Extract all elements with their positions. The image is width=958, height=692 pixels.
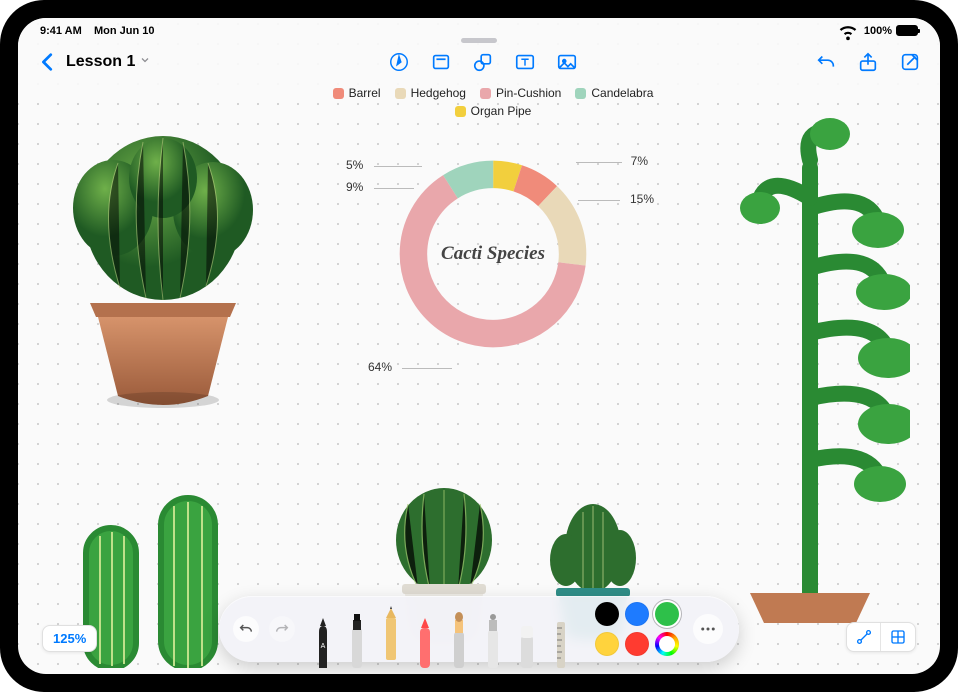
shape-icon[interactable] — [471, 50, 495, 74]
tool-pen[interactable]: A — [311, 606, 335, 662]
grid-toggle[interactable] — [881, 623, 915, 651]
connectors-toggle[interactable] — [847, 623, 881, 651]
chart-label-7: 7% — [631, 154, 648, 168]
chart-label-5: 5% — [346, 158, 363, 172]
chart-legend: Barrel Hedgehog Pin-Cushion Candelabra O… — [328, 86, 658, 118]
tool-fill[interactable] — [481, 606, 505, 662]
color-palette — [595, 602, 679, 656]
tool-crayon[interactable] — [413, 606, 437, 662]
tool-watercolor[interactable] — [447, 606, 471, 662]
battery-icon — [896, 25, 918, 36]
undo-icon[interactable] — [233, 616, 259, 642]
more-icon[interactable] — [693, 614, 723, 644]
legend-item: Candelabra — [575, 86, 653, 100]
chart-label-9: 9% — [346, 180, 363, 194]
color-red[interactable] — [625, 632, 649, 656]
share-icon[interactable] — [856, 50, 880, 74]
zoom-label: 125% — [53, 631, 86, 646]
view-toggles — [846, 622, 916, 652]
status-bar: 9:41 AM Mon Jun 10 100% — [18, 18, 940, 40]
color-blue[interactable] — [625, 602, 649, 626]
tool-marker[interactable] — [345, 606, 369, 662]
chevron-down-icon — [139, 53, 151, 71]
legend-item: Hedgehog — [395, 86, 466, 100]
tool-ruler[interactable] — [549, 606, 573, 662]
chart-title: Cacti Species — [423, 243, 563, 265]
back-icon[interactable] — [36, 50, 60, 74]
compose-icon[interactable] — [898, 50, 922, 74]
donut-chart[interactable]: Barrel Hedgehog Pin-Cushion Candelabra O… — [328, 86, 658, 384]
drawing-tool-icon[interactable] — [387, 50, 411, 74]
media-icon[interactable] — [555, 50, 579, 74]
window-grabber[interactable] — [461, 38, 497, 43]
status-battery-pct: 100% — [864, 25, 892, 37]
zoom-level[interactable]: 125% — [42, 625, 97, 652]
tool-pencil[interactable] — [379, 606, 403, 662]
legend-item: Barrel — [333, 86, 381, 100]
wifi-icon — [836, 19, 860, 43]
drawing-toolbar: A — [219, 596, 739, 662]
color-picker-icon[interactable] — [655, 632, 679, 656]
color-green[interactable] — [655, 602, 679, 626]
redo-icon[interactable] — [269, 616, 295, 642]
svg-text:A: A — [321, 643, 326, 650]
board-title[interactable]: Lesson 1 — [66, 53, 151, 71]
image-barrel-cactus[interactable] — [58, 108, 268, 408]
chart-label-15: 15% — [630, 192, 654, 206]
status-date: Mon Jun 10 — [94, 25, 155, 37]
tool-eraser[interactable] — [515, 606, 539, 662]
sticky-note-icon[interactable] — [429, 50, 453, 74]
textbox-icon[interactable] — [513, 50, 537, 74]
color-black[interactable] — [595, 602, 619, 626]
drawing-candelabra-cactus[interactable] — [690, 88, 910, 628]
chart-label-64: 64% — [368, 360, 392, 374]
undo-global-icon[interactable] — [814, 50, 838, 74]
status-time-date: 9:41 AM Mon Jun 10 — [40, 25, 155, 37]
tool-tray: A — [311, 596, 573, 662]
nav-bar: Lesson 1 — [18, 40, 940, 84]
status-time: 9:41 AM — [40, 25, 82, 37]
color-yellow[interactable] — [595, 632, 619, 656]
board-title-label: Lesson 1 — [66, 53, 135, 71]
legend-item: Organ Pipe — [455, 104, 532, 118]
legend-item: Pin-Cushion — [480, 86, 561, 100]
